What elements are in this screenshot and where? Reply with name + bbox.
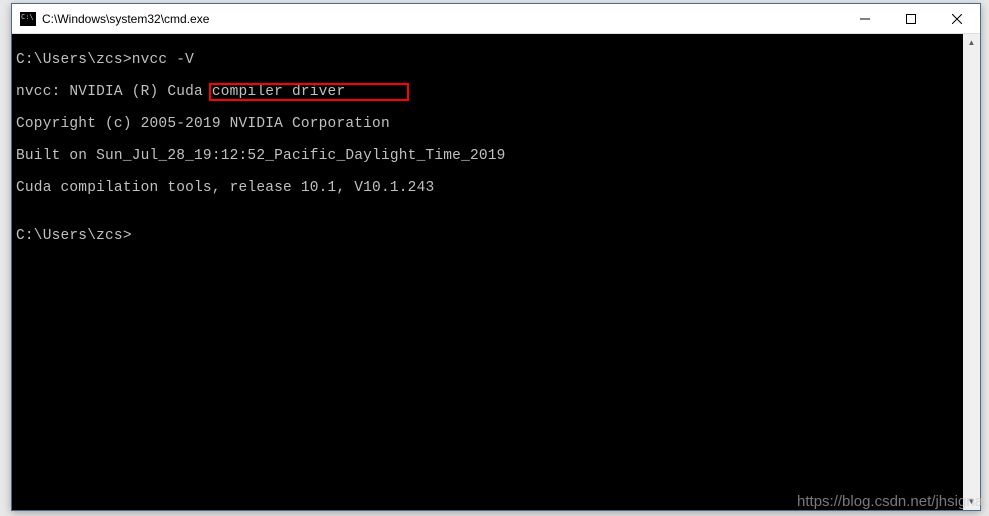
- minimize-button[interactable]: [842, 4, 888, 33]
- cmd-window: C:\Windows\system32\cmd.exe C:\Users\zcs…: [11, 3, 981, 511]
- window-title: C:\Windows\system32\cmd.exe: [42, 12, 842, 26]
- scroll-track[interactable]: [963, 51, 980, 493]
- cmd-icon: [20, 12, 36, 26]
- output-line: Copyright (c) 2005-2019 NVIDIA Corporati…: [16, 116, 959, 132]
- scroll-down-arrow[interactable]: ▼: [963, 493, 980, 510]
- output-line: nvcc: NVIDIA (R) Cuda compiler driver: [16, 84, 959, 100]
- vertical-scrollbar[interactable]: ▲ ▼: [963, 34, 980, 510]
- command-text: nvcc -V: [132, 52, 194, 68]
- prompt: C:\Users\zcs>: [16, 52, 132, 68]
- titlebar[interactable]: C:\Windows\system32\cmd.exe: [12, 4, 980, 34]
- output-line-prefix: Cuda compilation tools,: [16, 180, 221, 196]
- scroll-up-arrow[interactable]: ▲: [963, 34, 980, 51]
- prompt: C:\Users\zcs>: [16, 228, 132, 244]
- close-button[interactable]: [934, 4, 980, 33]
- output-line: Built on Sun_Jul_28_19:12:52_Pacific_Day…: [16, 148, 959, 164]
- output-line-highlight: release 10.1, V10.1.243: [221, 180, 435, 196]
- terminal-output: C:\Users\zcs>nvcc -V nvcc: NVIDIA (R) Cu…: [12, 34, 963, 510]
- maximize-button[interactable]: [888, 4, 934, 33]
- window-controls: [842, 4, 980, 33]
- terminal-area[interactable]: C:\Users\zcs>nvcc -V nvcc: NVIDIA (R) Cu…: [12, 34, 980, 510]
